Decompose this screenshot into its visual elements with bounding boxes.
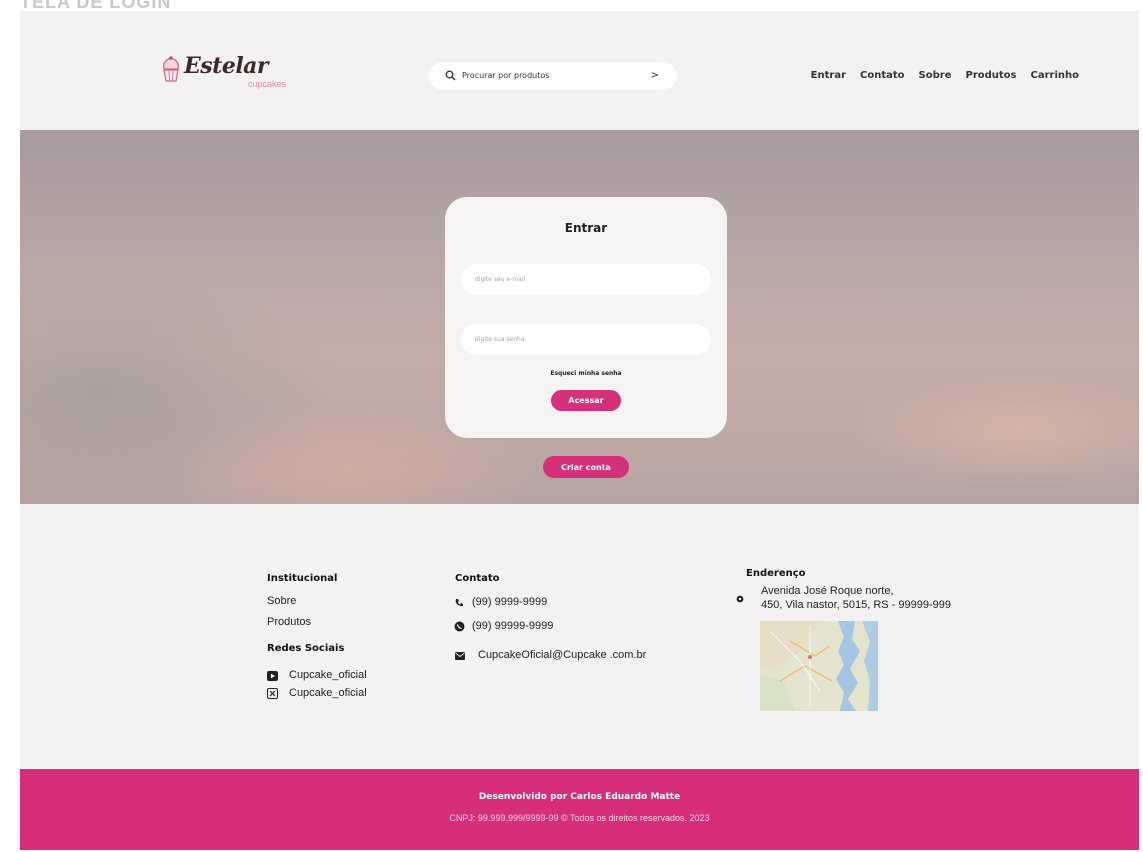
login-title: Entrar (564, 221, 608, 235)
create-account-button[interactable]: Criar conta (543, 456, 629, 478)
contact-whatsapp[interactable]: (99) 99999-9999 (472, 620, 553, 632)
brand-subtitle: cupcakes (248, 79, 287, 89)
nav-carrinho[interactable]: Carrinho (1031, 70, 1080, 81)
social-x-handle[interactable]: Cupcake_oficial (289, 687, 367, 699)
contact-email[interactable]: CupcakeOficial@Cupcake .com.br (478, 649, 646, 661)
map-graphic (760, 621, 878, 711)
youtube-icon (267, 671, 278, 681)
search-icon (445, 70, 456, 81)
acessar-button[interactable]: Acessar (551, 390, 621, 411)
contact-title: Contato (455, 573, 500, 584)
location-pin-icon (736, 595, 744, 603)
search-submit-arrow-icon[interactable]: > (651, 62, 659, 90)
location-map[interactable] (760, 621, 878, 711)
email-field[interactable] (461, 264, 711, 295)
hero-banner: Entrar Esqueci minha senha Acessar Criar… (20, 130, 1139, 504)
phone-icon (455, 599, 463, 607)
forgot-password-link[interactable]: Esqueci minha senha (445, 370, 727, 377)
x-icon (267, 688, 278, 699)
footer-link-sobre[interactable]: Sobre (267, 595, 296, 607)
footer-link-produtos[interactable]: Produtos (267, 616, 311, 628)
nav-contato[interactable]: Contato (860, 70, 905, 81)
login-card: Entrar Esqueci minha senha Acessar (445, 197, 727, 438)
cupcake-icon (163, 56, 179, 82)
nav-entrar[interactable]: Entrar (811, 70, 846, 81)
password-field[interactable] (461, 324, 711, 355)
footer-developer: Desenvolvido por Carlos Eduardo Matte (478, 792, 681, 802)
mail-icon (455, 652, 465, 660)
social-youtube-handle[interactable]: Cupcake_oficial (289, 669, 367, 681)
footer-legal: CNPJ: 99.999.999/9999-99 © Todos os dire… (449, 813, 710, 823)
nav-produtos[interactable]: Produtos (965, 70, 1016, 81)
address-line-1: Avenida José Roque norte, (761, 585, 894, 597)
site-footer: Desenvolvido por Carlos Eduardo Matte CN… (20, 769, 1139, 850)
address-title: Enderenço (746, 568, 806, 579)
nav-sobre[interactable]: Sobre (919, 70, 952, 81)
whatsapp-icon (454, 621, 465, 632)
search-placeholder[interactable]: Procurar por produtos (462, 62, 549, 90)
search-bar[interactable]: Procurar por produtos > (429, 62, 677, 90)
brand-logo[interactable]: Estelar cupcakes (160, 53, 310, 95)
brand-name: Estelar (184, 53, 269, 79)
page: Estelar cupcakes Procurar por produtos >… (20, 11, 1139, 850)
address-line-2: 450, Vila nastor, 5015, RS - 99999-999 (761, 599, 951, 611)
institutional-title: Institucional (267, 573, 338, 584)
main-nav: Entrar Contato Sobre Produtos Carrinho (811, 70, 1079, 81)
social-title: Redes Sociais (267, 643, 345, 654)
contact-phone[interactable]: (99) 9999-9999 (472, 596, 547, 608)
